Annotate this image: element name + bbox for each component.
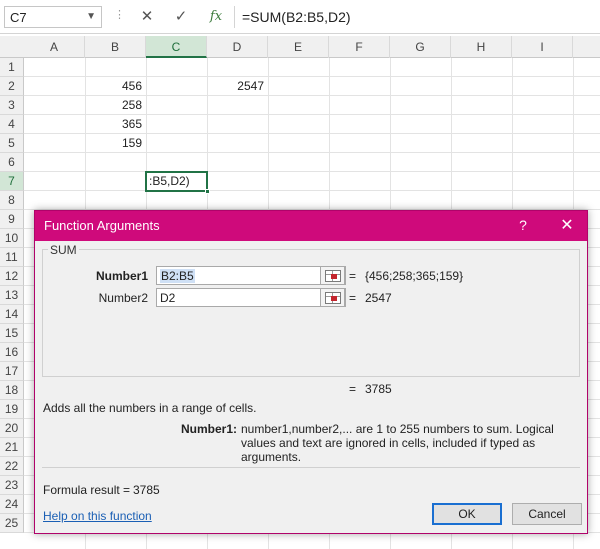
formula-result-value: 3785 bbox=[133, 483, 160, 497]
active-cell-text: :B5,D2) bbox=[149, 174, 190, 188]
row-header-25[interactable]: 25 bbox=[0, 514, 24, 533]
row-header-17[interactable]: 17 bbox=[0, 362, 24, 381]
function-name: SUM bbox=[48, 243, 79, 257]
row-header-9[interactable]: 9 bbox=[0, 210, 24, 229]
row-header-19[interactable]: 19 bbox=[0, 400, 24, 419]
number1-value: B2:B5 bbox=[160, 269, 195, 283]
column-header-c[interactable]: C bbox=[146, 36, 207, 58]
row-header-7[interactable]: 7 bbox=[0, 172, 24, 191]
formula-result-label: Formula result = bbox=[43, 483, 131, 497]
column-header-i[interactable]: I bbox=[512, 36, 573, 58]
number1-collapse-button[interactable] bbox=[320, 266, 345, 285]
column-header-f[interactable]: F bbox=[329, 36, 390, 58]
row-header-16[interactable]: 16 bbox=[0, 343, 24, 362]
column-header-h[interactable]: H bbox=[451, 36, 512, 58]
row-header-22[interactable]: 22 bbox=[0, 457, 24, 476]
row-header-11[interactable]: 11 bbox=[0, 248, 24, 267]
row-header-18[interactable]: 18 bbox=[0, 381, 24, 400]
row-header-2[interactable]: 2 bbox=[0, 77, 24, 96]
number2-label: Number2 bbox=[98, 291, 148, 305]
row-header-20[interactable]: 20 bbox=[0, 419, 24, 438]
number2-equals: = bbox=[349, 291, 357, 305]
row-header-21[interactable]: 21 bbox=[0, 438, 24, 457]
column-header-e[interactable]: E bbox=[268, 36, 329, 58]
row-header-8[interactable]: 8 bbox=[0, 191, 24, 210]
fill-handle[interactable] bbox=[205, 189, 210, 194]
close-icon[interactable]: ✕ bbox=[557, 215, 577, 235]
row-header-23[interactable]: 23 bbox=[0, 476, 24, 495]
help-icon[interactable]: ? bbox=[515, 217, 531, 233]
number2-input[interactable]: D2 bbox=[156, 288, 346, 307]
number1-equals: = bbox=[349, 269, 357, 283]
ok-button[interactable]: OK bbox=[432, 503, 502, 525]
number1-result: {456;258;365;159} bbox=[365, 269, 464, 283]
name-box[interactable]: C7 ▼ bbox=[4, 6, 102, 28]
row-header-6[interactable]: 6 bbox=[0, 153, 24, 172]
total-equals: = bbox=[349, 382, 357, 396]
function-arguments-dialog: Function Arguments ? ✕ SUM Number1 B2:B5… bbox=[34, 210, 588, 534]
number1-input[interactable]: B2:B5 bbox=[156, 266, 346, 285]
number1-label: Number1 bbox=[95, 269, 148, 283]
dialog-title-bar[interactable]: Function Arguments ? ✕ bbox=[35, 211, 587, 241]
column-header-b[interactable]: B bbox=[85, 36, 146, 58]
chevron-down-icon[interactable]: ▼ bbox=[86, 11, 96, 22]
cell-b3[interactable]: 258 bbox=[85, 96, 146, 115]
cell-b5[interactable]: 159 bbox=[85, 134, 146, 153]
active-cell-c7[interactable]: :B5,D2) bbox=[145, 171, 210, 194]
column-header-d[interactable]: D bbox=[207, 36, 268, 58]
range-select-arrow-icon bbox=[331, 274, 337, 279]
help-on-function-link[interactable]: Help on this function bbox=[43, 509, 152, 523]
insert-function-icon[interactable]: fx bbox=[203, 6, 229, 28]
formula-bar: C7 ▼ ⋮ ✕ ✓ fx =SUM(B2:B5,D2) bbox=[0, 0, 600, 34]
dialog-divider bbox=[42, 467, 580, 468]
row-header-4[interactable]: 4 bbox=[0, 115, 24, 134]
argument-description-text: number1,number2,... are 1 to 255 numbers… bbox=[241, 422, 554, 464]
cell-d2[interactable]: 2547 bbox=[207, 77, 268, 96]
total-result: 3785 bbox=[365, 382, 392, 396]
gridline bbox=[24, 171, 600, 172]
name-box-value: C7 bbox=[10, 10, 27, 25]
enter-check-icon[interactable]: ✓ bbox=[168, 6, 194, 28]
drag-handle-icon[interactable]: ⋮ bbox=[114, 8, 125, 21]
formula-input[interactable]: =SUM(B2:B5,D2) bbox=[236, 6, 600, 28]
row-header-3[interactable]: 3 bbox=[0, 96, 24, 115]
cancel-entry-icon[interactable]: ✕ bbox=[134, 6, 160, 28]
cancel-button[interactable]: Cancel bbox=[512, 503, 582, 525]
argument-description-label: Number1: bbox=[181, 422, 238, 436]
function-description: Adds all the numbers in a range of cells… bbox=[43, 401, 257, 415]
row-header-12[interactable]: 12 bbox=[0, 267, 24, 286]
cell-b4[interactable]: 365 bbox=[85, 115, 146, 134]
row-header-10[interactable]: 10 bbox=[0, 229, 24, 248]
row-header-5[interactable]: 5 bbox=[0, 134, 24, 153]
row-header-15[interactable]: 15 bbox=[0, 324, 24, 343]
column-header-a[interactable]: A bbox=[24, 36, 85, 58]
gridline bbox=[24, 190, 600, 191]
row-header-13[interactable]: 13 bbox=[0, 286, 24, 305]
number2-result: 2547 bbox=[365, 291, 392, 305]
number2-value: D2 bbox=[160, 291, 176, 305]
number2-collapse-button[interactable] bbox=[320, 288, 345, 307]
column-header-g[interactable]: G bbox=[390, 36, 451, 58]
dialog-title: Function Arguments bbox=[44, 218, 160, 233]
cell-b2[interactable]: 456 bbox=[85, 77, 146, 96]
row-header-24[interactable]: 24 bbox=[0, 495, 24, 514]
row-header-14[interactable]: 14 bbox=[0, 305, 24, 324]
column-headers: A B C D E F G H I bbox=[0, 36, 600, 58]
range-select-arrow-icon bbox=[331, 296, 337, 301]
row-header-1[interactable]: 1 bbox=[0, 58, 24, 77]
formula-bar-divider bbox=[234, 6, 235, 28]
